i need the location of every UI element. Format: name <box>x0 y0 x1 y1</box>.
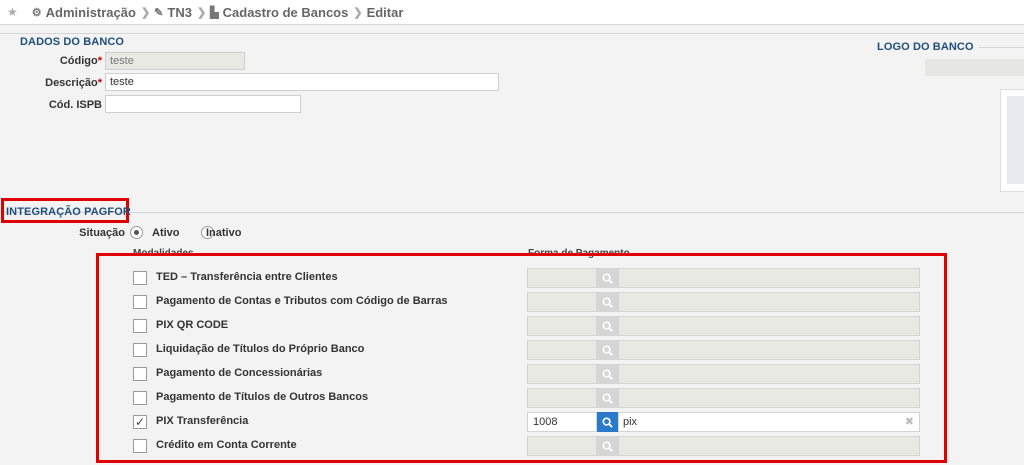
forma-pagamento-desc-field[interactable] <box>618 292 920 312</box>
modalidade-row: TED – Transferência entre Clientes <box>133 268 920 288</box>
clear-icon[interactable]: ✖ <box>905 415 914 428</box>
forma-pagamento-code-field[interactable] <box>527 292 597 312</box>
descricao-label: Descrição* <box>45 77 102 89</box>
forma-pagamento-desc-field[interactable]: pix ✖ <box>618 412 920 432</box>
modalidade-checkbox[interactable] <box>133 271 147 285</box>
chevron-right-icon: ❯ <box>353 6 363 19</box>
search-button[interactable] <box>597 388 618 408</box>
search-icon <box>602 296 613 308</box>
modalidade-row: Pagamento de Títulos de Outros Bancos <box>133 388 920 408</box>
breadcrumb-item-administracao[interactable]: Administração <box>46 5 136 20</box>
modalidade-checkbox[interactable]: ✓ <box>133 415 147 429</box>
logo-placeholder-image <box>1007 96 1024 184</box>
search-icon <box>602 344 613 356</box>
forma-pagamento-code-field[interactable]: 1008 <box>527 412 597 432</box>
radio-ativo-label[interactable]: Ativo <box>152 227 180 239</box>
search-button[interactable] <box>597 268 618 288</box>
gears-icon: ⚙ <box>31 6 42 19</box>
search-icon <box>602 368 613 380</box>
dados-banco-title: DADOS DO BANCO <box>20 36 125 48</box>
forma-pagamento-code-field[interactable] <box>527 340 597 360</box>
modalidade-row: Pagamento de Concessionárias <box>133 364 920 384</box>
modalidade-label: PIX Transferência <box>156 415 249 427</box>
modalidade-label: Pagamento de Títulos de Outros Bancos <box>156 391 369 403</box>
forma-pagamento-desc-field[interactable] <box>618 268 920 288</box>
breadcrumb-item-editar: Editar <box>366 4 404 20</box>
modalidade-label: Crédito em Conta Corrente <box>156 439 297 451</box>
forma-pagamento-desc: pix <box>623 416 638 428</box>
modalidade-row: Crédito em Conta Corrente <box>133 436 920 456</box>
isbp-label: Cód. ISPB <box>48 99 102 111</box>
situacao-label: Situação <box>79 227 125 239</box>
modalidade-label: Pagamento de Concessionárias <box>156 367 323 379</box>
modalidade-row: Liquidação de Títulos do Próprio Banco <box>133 340 920 360</box>
top-bar: ★ ⚙ Administração ❯ ✎ TN3 ❯ ▙ Cadastro d… <box>0 0 1024 25</box>
breadcrumb-item-cadastro[interactable]: Cadastro de Bancos <box>223 5 349 20</box>
logo-banco-title: LOGO DO BANCO <box>877 41 974 53</box>
divider <box>979 47 1024 48</box>
search-button[interactable] <box>597 340 618 360</box>
modalidade-label: Liquidação de Títulos do Próprio Banco <box>156 343 365 355</box>
modalidade-checkbox[interactable] <box>133 343 147 357</box>
forma-pagamento-code-field[interactable] <box>527 388 597 408</box>
search-icon <box>602 272 613 284</box>
modalidade-label: TED – Transferência entre Clientes <box>156 271 338 283</box>
logo-upload-field[interactable] <box>925 59 1024 76</box>
forma-pagamento-code-field[interactable] <box>527 364 597 384</box>
forma-pagamento-code-field[interactable] <box>527 268 597 288</box>
search-icon <box>602 320 613 332</box>
pin-icon: ✎ <box>154 6 164 19</box>
forma-pagamento-desc-field[interactable] <box>618 388 920 408</box>
isbp-field[interactable] <box>105 95 301 113</box>
search-button[interactable] <box>597 364 618 384</box>
search-button[interactable] <box>597 436 618 456</box>
chevron-right-icon: ❯ <box>140 6 151 19</box>
modalidade-checkbox[interactable] <box>133 439 147 453</box>
logo-preview <box>1000 89 1024 192</box>
integracao-title: INTEGRAÇÃO PAGFOR <box>6 206 131 218</box>
divider <box>0 33 1024 34</box>
breadcrumb-item-tn3[interactable]: TN3 <box>167 5 192 20</box>
modalidade-row: Pagamento de Contas e Tributos com Códig… <box>133 292 920 312</box>
chevron-right-icon: ❯ <box>196 6 207 19</box>
search-button[interactable] <box>597 412 618 432</box>
modalidade-row: ✓ PIX Transferência 1008 pix ✖ <box>133 412 920 432</box>
forma-pagamento-code-field[interactable] <box>527 436 597 456</box>
forma-pagamento-desc-field[interactable] <box>618 436 920 456</box>
search-button[interactable] <box>597 316 618 336</box>
modalidade-label: PIX QR CODE <box>156 319 229 331</box>
forma-pagamento-desc-field[interactable] <box>618 316 920 336</box>
bank-icon: ▙ <box>210 6 219 19</box>
forma-pagamento-desc-field[interactable] <box>618 364 920 384</box>
codigo-field[interactable]: teste <box>105 52 245 70</box>
breadcrumb: ⚙ Administração ❯ ✎ TN3 ❯ ▙ Cadastro de … <box>32 5 404 20</box>
search-icon <box>602 392 613 404</box>
radio-ativo[interactable] <box>130 226 143 239</box>
modalidade-checkbox[interactable] <box>133 295 147 309</box>
forma-pagamento-code-field[interactable] <box>527 316 597 336</box>
modalidade-label: Pagamento de Contas e Tributos com Códig… <box>156 295 448 307</box>
modalidade-checkbox[interactable] <box>133 367 147 381</box>
search-icon <box>602 416 613 428</box>
favorite-star-icon[interactable]: ★ <box>7 5 18 19</box>
modalidade-checkbox[interactable] <box>133 391 147 405</box>
radio-inativo-label[interactable]: Inativo <box>206 227 241 239</box>
divider <box>0 212 1024 213</box>
modalidade-row: PIX QR CODE <box>133 316 920 336</box>
codigo-label: Código* <box>59 55 102 67</box>
modalidade-checkbox[interactable] <box>133 319 147 333</box>
search-icon <box>602 440 613 452</box>
descricao-field[interactable]: teste <box>105 73 499 91</box>
search-button[interactable] <box>597 292 618 312</box>
forma-pagamento-desc-field[interactable] <box>618 340 920 360</box>
